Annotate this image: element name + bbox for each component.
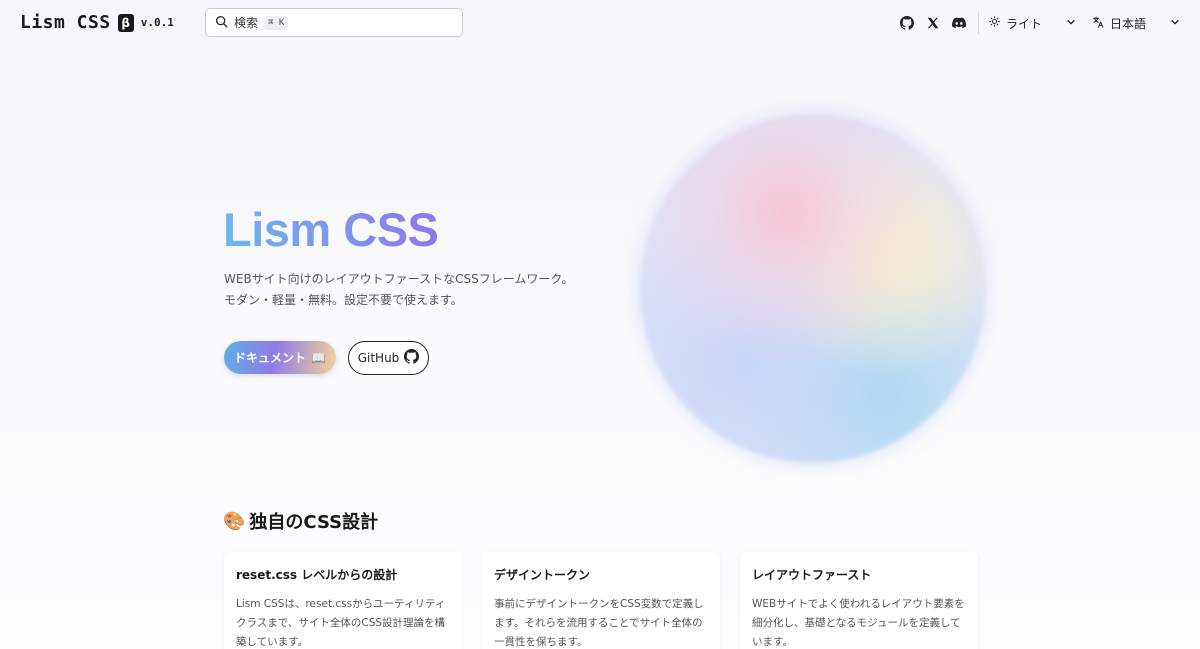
feature-card-title: レイアウトファースト xyxy=(752,568,872,582)
sun-icon xyxy=(989,16,1000,30)
hero-description-line: モダン・軽量・無料。設定不要で使えます。 xyxy=(224,293,463,307)
version-label: v.0.1 xyxy=(140,16,174,29)
github-button-label: GitHub xyxy=(357,351,400,365)
docs-button[interactable]: ドキュメント 📖 xyxy=(224,341,336,374)
hero-title: Lism CSS xyxy=(223,203,439,256)
chevron-down-icon xyxy=(1066,16,1076,30)
book-icon: 📖 xyxy=(311,350,326,365)
section-title: 🎨 独自のCSS設計 xyxy=(223,508,378,534)
github-icon xyxy=(404,349,420,367)
github-icon[interactable] xyxy=(894,10,920,36)
chevron-down-icon xyxy=(1170,16,1180,30)
section-title-text: 独自のCSS設計 xyxy=(249,512,379,533)
hero-description: WEBサイト向けのレイアウトファーストなCSSフレームワーク。 モダン・軽量・無… xyxy=(224,269,573,311)
site-header: Lism CSS β v.0.1 検索 ⌘ K ライト 日本語 xyxy=(0,0,1200,46)
hero-gradient-orb xyxy=(640,114,986,463)
feature-card-title: reset.css レベルからの設計 xyxy=(236,568,398,582)
hero-description-line: WEBサイト向けのレイアウトファーストなCSSフレームワーク。 xyxy=(224,272,574,286)
translate-icon xyxy=(1092,16,1104,31)
search-button[interactable]: 検索 ⌘ K xyxy=(205,8,463,37)
feature-card: reset.css レベルからの設計 Lism CSSは、reset.cssから… xyxy=(224,552,462,649)
docs-button-label: ドキュメント xyxy=(234,351,307,365)
logo-link[interactable]: Lism CSS β v.0.1 xyxy=(20,12,174,33)
github-button[interactable]: GitHub xyxy=(348,341,429,375)
search-placeholder: 検索 xyxy=(234,16,259,30)
theme-select-value: ライト xyxy=(1005,16,1042,31)
palette-icon: 🎨 xyxy=(223,510,246,532)
theme-select[interactable]: ライト xyxy=(985,15,1080,32)
search-icon xyxy=(215,13,228,32)
feature-card-body: Lism CSSは、reset.cssからユーティリティクラスまで、サイト全体の… xyxy=(236,598,446,648)
feature-card: デザイントークン 事前にデザイントークンをCSS変数で定義します。それらを流用す… xyxy=(482,552,720,649)
discord-icon[interactable] xyxy=(946,10,972,36)
search-shortcut: ⌘ K xyxy=(264,15,289,30)
language-select[interactable]: 日本語 xyxy=(1088,15,1184,32)
feature-card: レイアウトファースト WEBサイトでよく使われるレイアウト要素を細分化し、基礎と… xyxy=(740,552,978,649)
header-divider xyxy=(977,12,979,34)
language-select-value: 日本語 xyxy=(1109,16,1146,31)
feature-card-title: デザイントークン xyxy=(494,568,591,582)
feature-card-body: WEBサイトでよく使われるレイアウト要素を細分化し、基礎となるモジュールを定義し… xyxy=(752,598,965,648)
feature-card-body: 事前にデザイントークンをCSS変数で定義します。それらを流用することでサイト全体… xyxy=(494,598,704,648)
logo-text: Lism CSS xyxy=(20,12,111,33)
x-icon[interactable] xyxy=(920,10,946,36)
header-actions: ライト 日本語 xyxy=(894,10,1184,36)
beta-badge: β xyxy=(117,13,134,32)
